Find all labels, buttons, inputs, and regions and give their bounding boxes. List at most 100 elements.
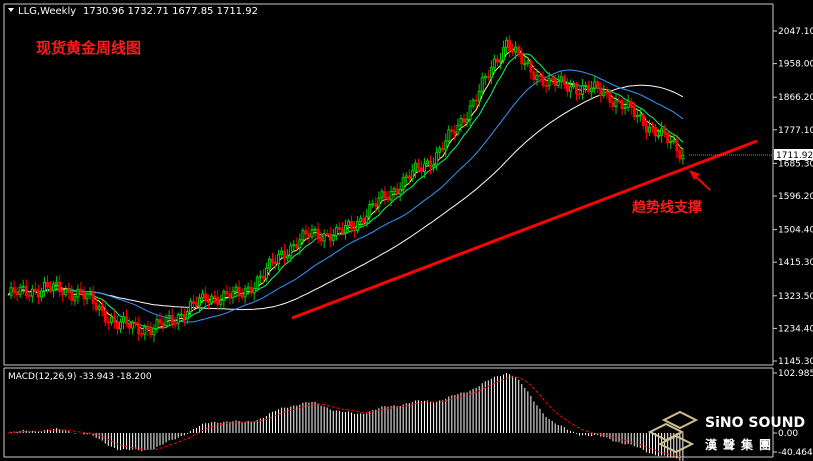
candle-body [106, 321, 110, 324]
candle-body [644, 125, 648, 133]
candle-body [42, 282, 46, 292]
candle-body [170, 314, 174, 324]
candle-body [289, 245, 293, 257]
candle-body [9, 287, 13, 296]
candle-body [535, 75, 539, 81]
candle-body [362, 218, 366, 224]
candle-body [146, 326, 150, 330]
candle-body [261, 275, 265, 279]
candle-body [429, 160, 433, 168]
candle-body [328, 233, 332, 241]
candle-body [620, 100, 624, 110]
candle-body [541, 75, 545, 86]
candle-body [76, 288, 80, 298]
candle-body [61, 291, 65, 296]
candle-body [128, 323, 132, 329]
candle-body [79, 288, 83, 294]
chart-background [0, 0, 813, 461]
candle-body [389, 191, 393, 201]
candle-body [219, 299, 223, 305]
candle-body [477, 90, 481, 102]
candle-body [343, 225, 347, 234]
candle-body [179, 313, 183, 316]
candle-body [164, 317, 168, 326]
candle-body [82, 292, 86, 300]
ohlc-values: 1730.96 1732.71 1677.85 1711.92 [83, 6, 258, 17]
candle-body [125, 316, 129, 325]
candle-body [416, 162, 420, 169]
logo-text: SiNO SOUND [705, 415, 805, 431]
candle-body [58, 281, 62, 293]
price-tick-label: 1415.30 [778, 258, 813, 268]
candle-body [410, 170, 414, 180]
candle-body [626, 100, 630, 108]
candle-body [131, 322, 135, 329]
candle-body [283, 250, 287, 259]
candle-body [109, 316, 113, 324]
candle-body [574, 84, 578, 95]
candle-body [599, 87, 603, 97]
candle-body [435, 151, 439, 166]
price-tick-label: 1777.10 [778, 126, 813, 136]
candle-body [249, 286, 253, 294]
candle-body [398, 188, 402, 195]
candle-body [669, 141, 673, 144]
candle-body [374, 203, 378, 207]
candle-body [590, 87, 594, 93]
candle-body [559, 76, 563, 83]
candle-body [471, 99, 475, 107]
candle-body [134, 322, 138, 325]
candle-body [243, 288, 247, 298]
candle-body [216, 296, 220, 305]
candle-body [24, 285, 28, 296]
candle-body [520, 52, 524, 65]
candle-body [617, 99, 621, 102]
candle-body [15, 291, 19, 295]
candle-body [480, 77, 484, 92]
candle-body [629, 100, 633, 108]
candle-body [240, 294, 244, 298]
candle-body [97, 305, 101, 310]
candle-body [21, 285, 25, 288]
candle-body [556, 81, 560, 86]
candle-body [149, 328, 153, 336]
candle-body [383, 191, 387, 198]
candle-body [550, 77, 554, 80]
candle-body [641, 114, 645, 127]
candle-body [650, 126, 654, 129]
price-tick-label: 1504.40 [778, 226, 813, 236]
candle-body [371, 203, 375, 206]
candle-body [307, 233, 311, 238]
macd-tick-label: -40.464 [778, 448, 813, 458]
candle-body [176, 314, 180, 324]
candle-body [112, 316, 116, 323]
candle-body [33, 288, 37, 292]
candle-body [194, 302, 198, 307]
candle-body [681, 154, 685, 160]
candle-body [663, 128, 667, 134]
candle-body [30, 288, 34, 297]
candle-body [310, 229, 314, 238]
candle-body [46, 282, 50, 288]
candle-body [207, 300, 211, 304]
candle-body [462, 118, 466, 123]
candle-body [225, 290, 229, 295]
logo-subtext: 漢聲集團 [705, 437, 777, 452]
candle-body [231, 290, 235, 299]
candle-body [438, 147, 442, 153]
candle-body [517, 46, 521, 54]
candle-body [255, 276, 259, 289]
price-tick-label: 1596.20 [778, 192, 813, 202]
candle-body [638, 114, 642, 117]
candle-body [505, 39, 509, 48]
candle-body [115, 321, 119, 330]
candle-body [465, 118, 469, 123]
chart-title: 现货黄金周线图 [36, 39, 141, 57]
candle-body [666, 132, 670, 143]
candle-body [523, 63, 527, 66]
candle-body [322, 233, 326, 242]
candle-body [608, 91, 612, 103]
symbol-label: LLG,Weekly [18, 6, 76, 17]
price-tick-label: 1866.20 [778, 93, 813, 103]
candle-body [298, 239, 302, 249]
